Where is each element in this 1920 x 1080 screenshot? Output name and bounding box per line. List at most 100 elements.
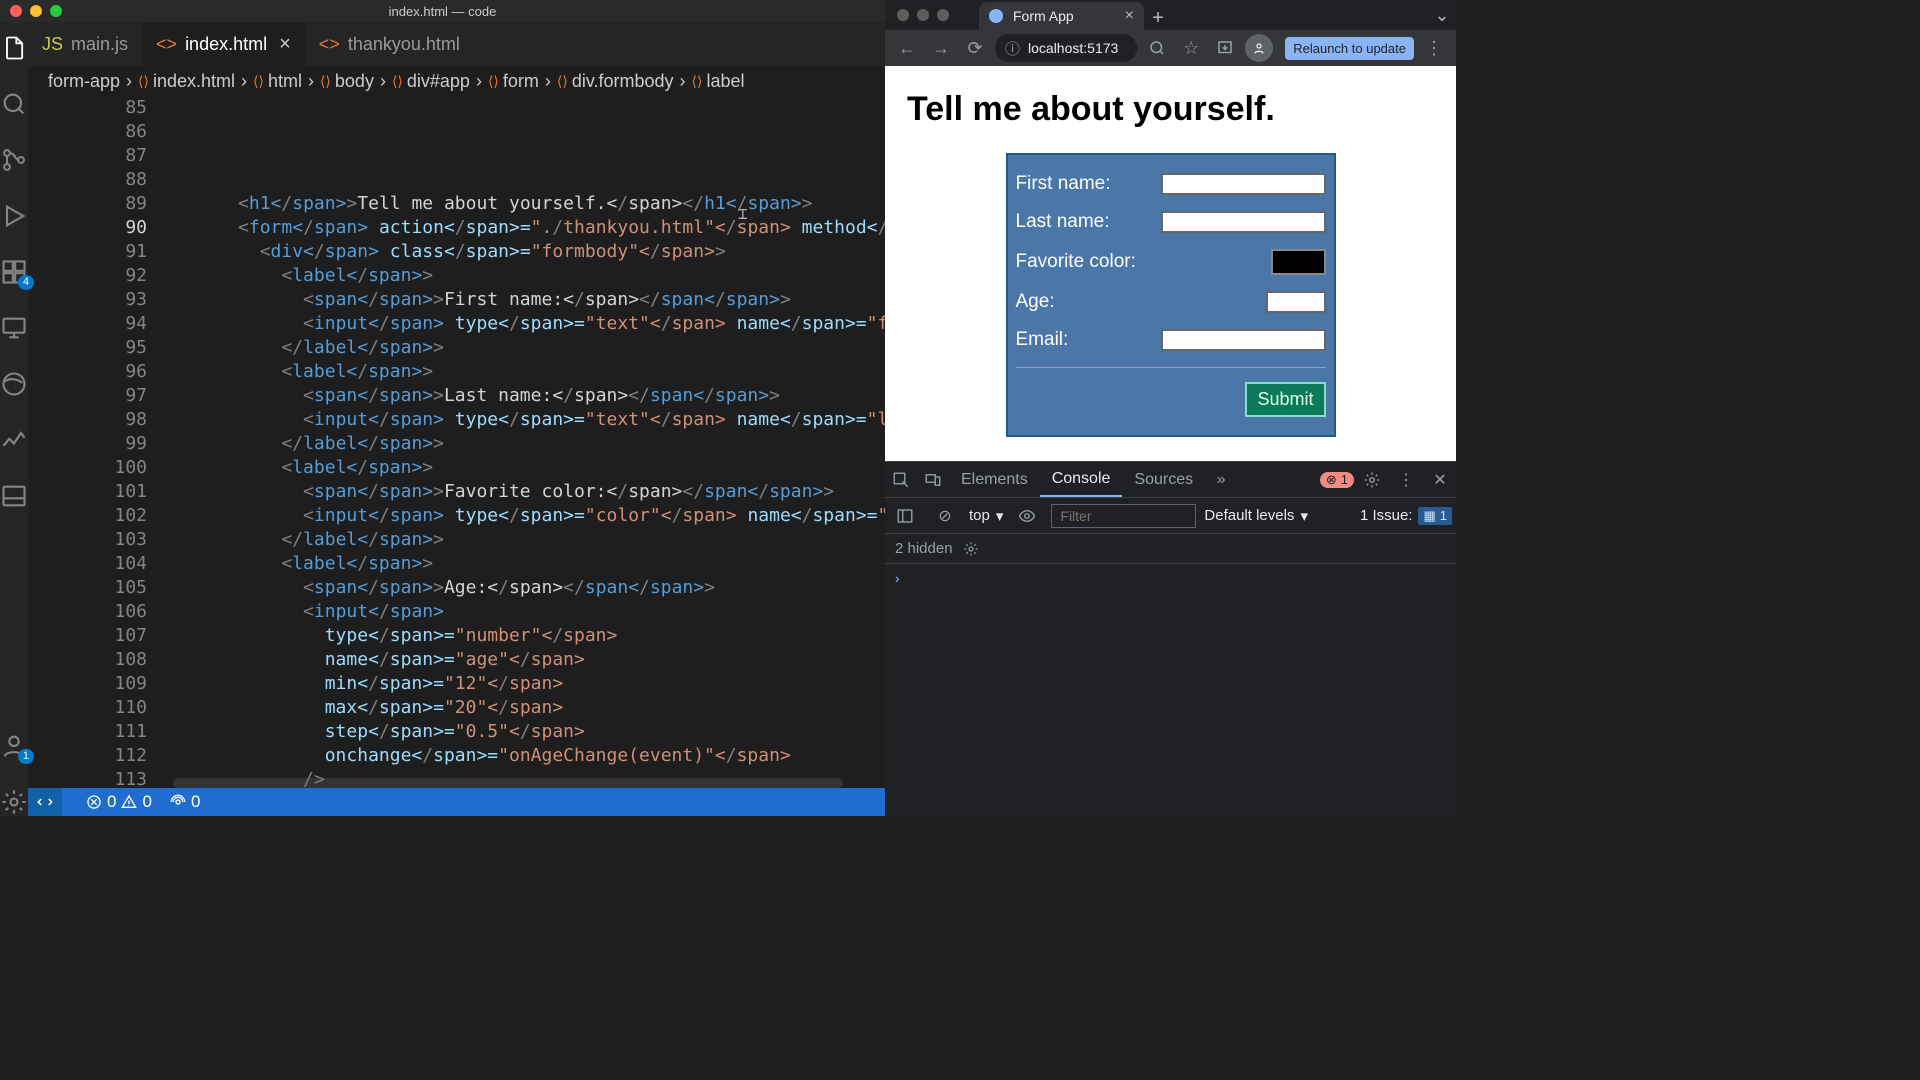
- breadcrumb-item[interactable]: ⟨⟩form: [488, 71, 539, 92]
- more-tabs-icon[interactable]: »: [1205, 464, 1237, 496]
- chrome-minimize-icon[interactable]: [917, 9, 929, 21]
- gear-icon[interactable]: [963, 541, 979, 557]
- nav-back-icon[interactable]: ←: [893, 34, 921, 62]
- console-prompt-icon: ›: [895, 570, 900, 586]
- favicon-icon: [989, 9, 1003, 23]
- mac-titlebar: index.html — code: [0, 0, 885, 22]
- devtools: ElementsConsoleSources » ⊗ 1 ⋮ ✕ ⊘ top ▾…: [885, 461, 1456, 816]
- devtools-tab-elements[interactable]: Elements: [949, 462, 1040, 497]
- devtools-close-icon[interactable]: ✕: [1424, 464, 1456, 496]
- breadcrumb-separator-icon: ›: [545, 71, 551, 92]
- log-levels[interactable]: Default levels ▾: [1204, 507, 1308, 525]
- horizontal-scrollbar[interactable]: [173, 778, 843, 788]
- zoom-icon[interactable]: [1143, 34, 1171, 62]
- element-icon: ⟨⟩: [488, 73, 499, 90]
- favorite-color-input[interactable]: [1271, 249, 1326, 275]
- minimize-window-icon[interactable]: [30, 5, 42, 17]
- hidden-messages[interactable]: 2 hidden: [885, 534, 1456, 564]
- source-control-icon[interactable]: [0, 146, 28, 174]
- breadcrumb-separator-icon: ›: [380, 71, 386, 92]
- breadcrumb-item[interactable]: ⟨⟩div.formbody: [557, 71, 674, 92]
- remote-indicator-icon[interactable]: [28, 788, 62, 816]
- editor-tab[interactable]: <> index.html ×: [142, 22, 305, 66]
- run-debug-icon[interactable]: [0, 202, 28, 230]
- browser-tab[interactable]: Form App ×: [979, 2, 1144, 30]
- last-name-input[interactable]: [1161, 211, 1326, 233]
- editor[interactable]: 8586878889909192939495969798991001011021…: [28, 96, 885, 788]
- tab-label: thankyou.html: [348, 34, 460, 55]
- devtools-tab-sources[interactable]: Sources: [1122, 462, 1205, 497]
- issues-label: 1 Issue:: [1360, 507, 1413, 524]
- label-age: Age:: [1016, 291, 1266, 313]
- live-expression-icon[interactable]: [1011, 500, 1043, 532]
- issues-badge[interactable]: ▦ 1: [1418, 507, 1452, 525]
- element-icon: ⟨⟩: [320, 73, 331, 90]
- html-file-icon: <>: [319, 34, 340, 55]
- zoom-window-icon[interactable]: [50, 5, 62, 17]
- element-icon: ⟨⟩: [557, 73, 568, 90]
- new-tab-button[interactable]: +: [1144, 7, 1172, 30]
- first-name-input[interactable]: [1161, 173, 1326, 195]
- search-icon[interactable]: [0, 90, 28, 118]
- breadcrumb-item[interactable]: ⟨⟩div#app: [392, 71, 470, 92]
- settings-gear-icon[interactable]: [0, 788, 28, 816]
- chrome-zoom-icon[interactable]: [937, 9, 949, 21]
- bookmark-icon[interactable]: ☆: [1177, 34, 1205, 62]
- editor-tab[interactable]: JSmain.js: [28, 22, 142, 66]
- breadcrumb-item[interactable]: ⟨⟩label: [692, 71, 745, 92]
- toggle-sidebar-icon[interactable]: [889, 500, 921, 532]
- age-input[interactable]: [1266, 291, 1326, 313]
- breadcrumb-item[interactable]: ⟨⟩body: [320, 71, 374, 92]
- email-input[interactable]: [1161, 329, 1326, 351]
- chrome-toolbar: ← → ⟳ ⓘ localhost:5173 ☆ Relaunch to upd…: [885, 30, 1456, 66]
- explorer-icon[interactable]: [0, 34, 28, 62]
- tab-close-icon[interactable]: ×: [279, 33, 291, 56]
- filter-input[interactable]: [1051, 504, 1196, 528]
- error-badge[interactable]: ⊗ 1: [1320, 472, 1354, 488]
- status-problems[interactable]: 0 0: [86, 792, 152, 812]
- devtools-menu-icon[interactable]: ⋮: [1390, 464, 1422, 496]
- chrome-menu-icon[interactable]: ⋮: [1420, 34, 1448, 62]
- chart-icon[interactable]: [0, 426, 28, 454]
- device-toggle-icon[interactable]: [917, 464, 949, 496]
- submit-button[interactable]: Submit: [1245, 382, 1325, 417]
- page-viewport: Tell me about yourself. First name: Last…: [885, 66, 1456, 461]
- relaunch-button[interactable]: Relaunch to update: [1285, 37, 1414, 60]
- console-output[interactable]: ›: [885, 564, 1456, 816]
- devtools-tab-console[interactable]: Console: [1040, 462, 1123, 497]
- code-area[interactable]: ⌶ <h1</span>>Tell me about yourself.</sp…: [173, 96, 885, 788]
- extensions-icon[interactable]: 4: [0, 258, 28, 286]
- nav-reload-icon[interactable]: ⟳: [961, 34, 989, 62]
- close-window-icon[interactable]: [10, 5, 22, 17]
- account-icon[interactable]: 1: [0, 732, 28, 760]
- label-last-name: Last name:: [1016, 211, 1161, 233]
- statusbar: 0 0 0 Ln 90, Col 51 Spaces: 2 UTF-: [28, 788, 885, 816]
- omnibox[interactable]: ⓘ localhost:5173: [995, 34, 1137, 62]
- breadcrumb-item[interactable]: ⟨⟩index.html: [138, 71, 235, 92]
- tab-close-icon[interactable]: ×: [1125, 7, 1134, 25]
- editor-tab[interactable]: <> thankyou.html: [305, 22, 474, 66]
- breadcrumb-item[interactable]: ⟨⟩html: [253, 71, 302, 92]
- context-selector[interactable]: top ▾: [969, 507, 1003, 525]
- nav-forward-icon[interactable]: →: [927, 34, 955, 62]
- chrome-close-icon[interactable]: [897, 9, 909, 21]
- editor-tabs: JSmain.js<>index.html×<>thankyou.html⋯: [28, 22, 885, 66]
- install-app-icon[interactable]: [1211, 34, 1239, 62]
- html-file-icon: <>: [156, 34, 177, 55]
- clear-console-icon[interactable]: ⊘: [929, 500, 961, 532]
- tab-label: index.html: [185, 34, 267, 55]
- devtools-settings-icon[interactable]: [1356, 464, 1388, 496]
- tab-overflow-icon[interactable]: ⌄: [1428, 0, 1456, 30]
- profile-avatar-icon[interactable]: [1245, 34, 1273, 62]
- window-title: index.html — code: [389, 4, 497, 19]
- edge-tools-icon[interactable]: [0, 370, 28, 398]
- status-ports[interactable]: 0: [170, 792, 200, 812]
- breadcrumb-item[interactable]: form-app: [48, 71, 120, 92]
- remote-explorer-icon[interactable]: [0, 314, 28, 342]
- inspect-element-icon[interactable]: [885, 464, 917, 496]
- form-divider: [1016, 367, 1326, 368]
- breadcrumbs[interactable]: form-app›⟨⟩index.html›⟨⟩html›⟨⟩body›⟨⟩di…: [28, 66, 885, 96]
- site-info-icon[interactable]: ⓘ: [1005, 38, 1020, 59]
- secondary-cursor-icon: ⌶: [738, 202, 740, 222]
- panel-icon[interactable]: [0, 482, 28, 510]
